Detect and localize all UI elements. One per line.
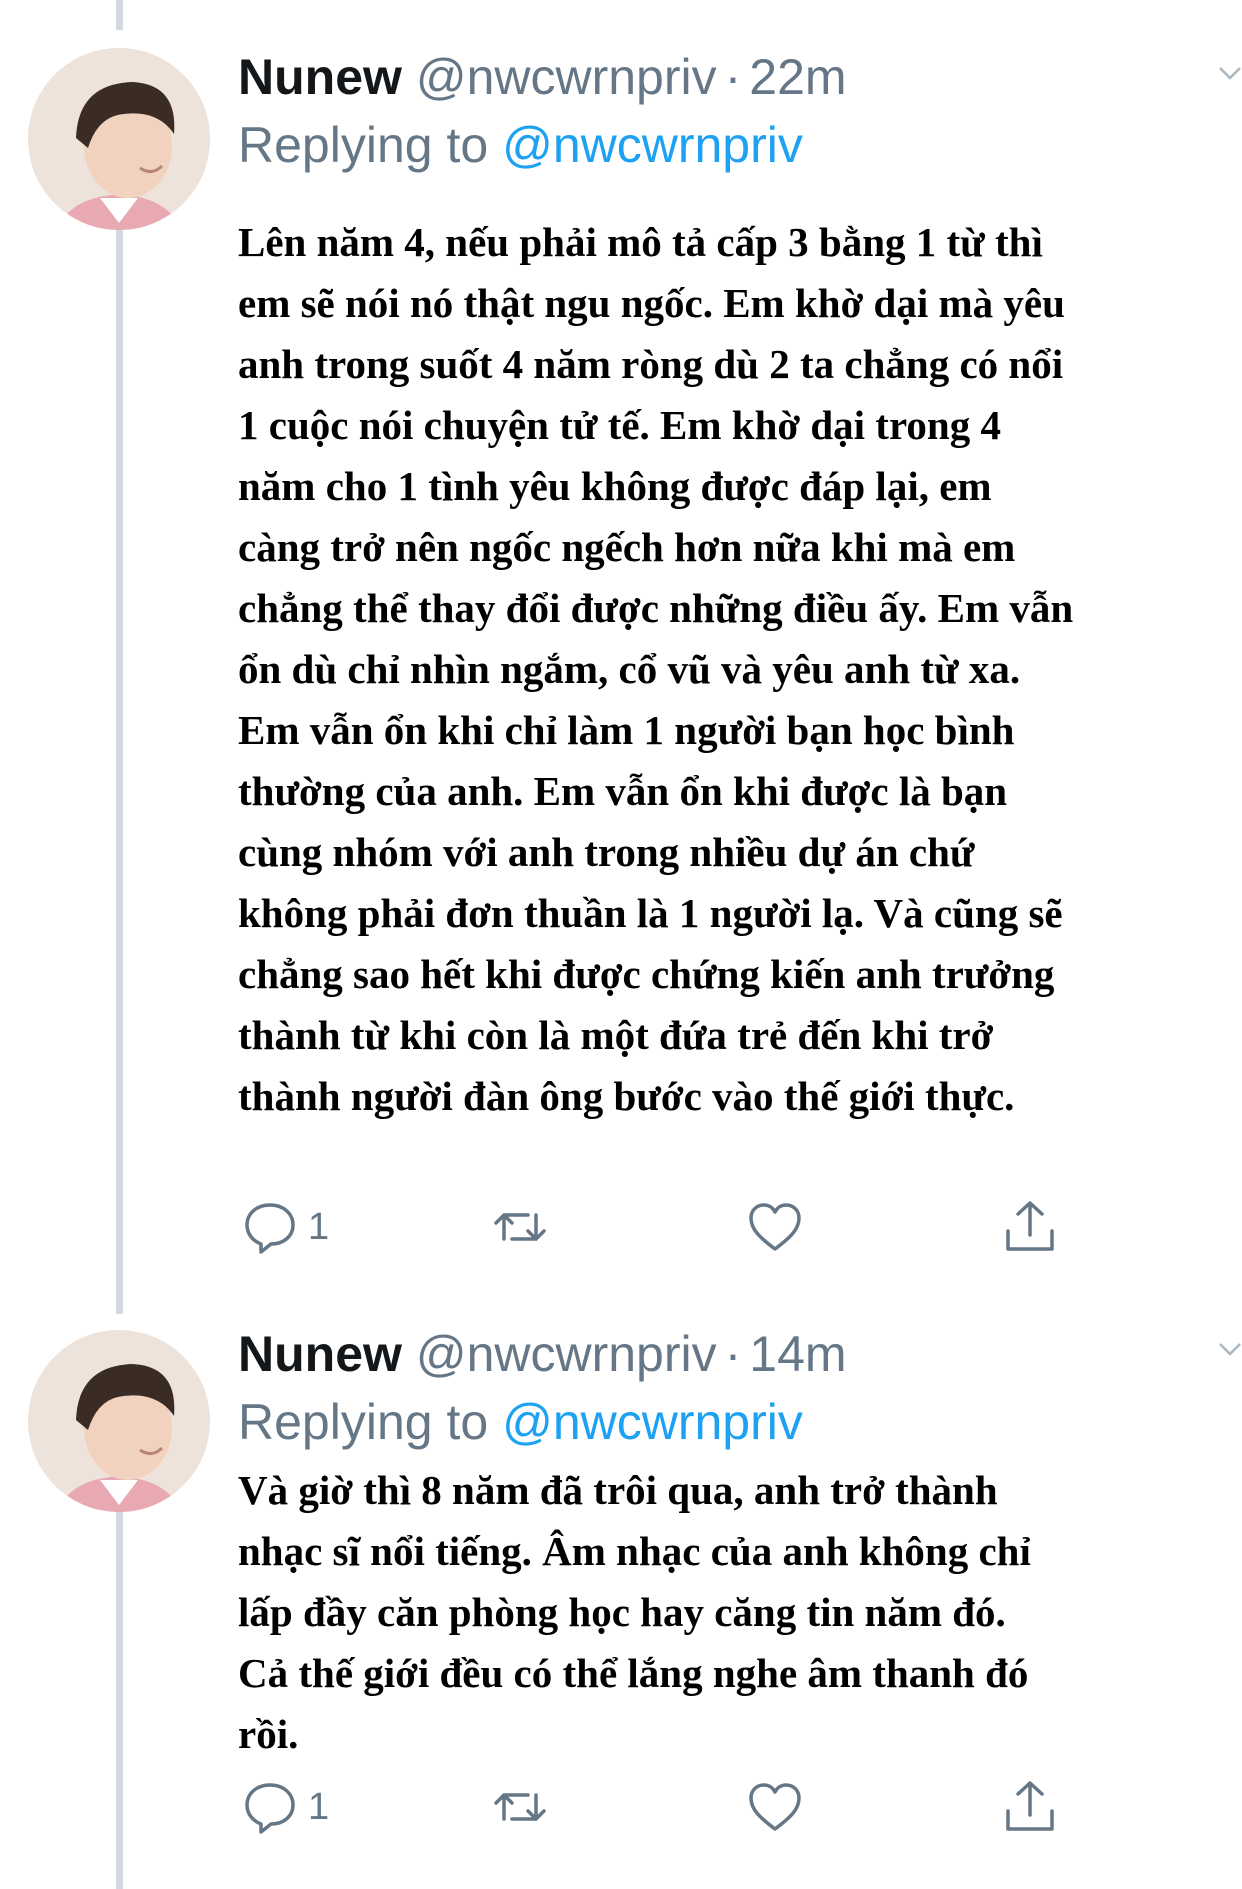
display-name[interactable]: Nunew: [238, 1326, 402, 1382]
replying-to: Replying to @nwcwrnpriv: [238, 115, 803, 175]
reply-count: 1: [308, 1205, 330, 1248]
handle[interactable]: @nwcwrnpriv: [416, 1326, 717, 1382]
replying-prefix: Replying to: [238, 117, 489, 173]
reply-count: 1: [308, 1785, 330, 1828]
timestamp[interactable]: 14m: [749, 1326, 846, 1382]
tweet-text: Và giờ thì 8 năm đã trôi qua, anh trở th…: [238, 1467, 1031, 1757]
tweet[interactable]: Nunew @nwcwrnpriv · 14m Replying to @nwcwr…: [0, 1300, 1242, 1889]
like-icon: [749, 1203, 801, 1251]
reply-button[interactable]: 1: [240, 1772, 329, 1842]
retweet-icon: [494, 1793, 546, 1821]
retweet-icon: [494, 1213, 546, 1241]
like-button[interactable]: [745, 1192, 805, 1262]
share-button[interactable]: [1000, 1772, 1060, 1842]
tweet-text: Lên năm 4, nếu phải mô tả cấp 3 bằng 1 t…: [238, 219, 1074, 1119]
chevron-down-icon[interactable]: [1218, 1338, 1242, 1362]
replying-mention-link[interactable]: @nwcwrnpriv: [502, 117, 803, 173]
replying-to: Replying to @nwcwrnpriv: [238, 1392, 803, 1452]
tweet-actions: 1: [240, 1772, 1060, 1842]
separator: ·: [724, 1326, 742, 1382]
reply-button[interactable]: 1: [240, 1192, 329, 1262]
like-icon: [749, 1783, 801, 1831]
display-name[interactable]: Nunew: [238, 49, 402, 105]
replying-prefix: Replying to: [238, 1394, 489, 1450]
share-icon: [1006, 1201, 1054, 1251]
chevron-down-icon[interactable]: [1218, 62, 1242, 86]
tweet-header: Nunew @nwcwrnpriv · 22m: [238, 47, 847, 107]
reply-icon: [245, 1203, 295, 1254]
share-button[interactable]: [1000, 1192, 1060, 1262]
handle[interactable]: @nwcwrnpriv: [416, 49, 717, 105]
replying-mention-link[interactable]: @nwcwrnpriv: [502, 1394, 803, 1450]
avatar[interactable]: [28, 48, 210, 230]
share-icon: [1006, 1781, 1054, 1831]
retweet-button[interactable]: [490, 1192, 550, 1262]
timestamp[interactable]: 22m: [749, 49, 846, 105]
tweet-actions: 1: [240, 1192, 1060, 1262]
reply-icon: [245, 1783, 295, 1834]
tweet-header: Nunew @nwcwrnpriv · 14m: [238, 1324, 847, 1384]
like-button[interactable]: [745, 1772, 805, 1842]
separator: ·: [724, 49, 742, 105]
tweet[interactable]: Nunew @nwcwrnpriv · 22m Replying to @nwcwr…: [0, 0, 1242, 1300]
avatar[interactable]: [28, 1330, 210, 1512]
retweet-button[interactable]: [490, 1772, 550, 1842]
